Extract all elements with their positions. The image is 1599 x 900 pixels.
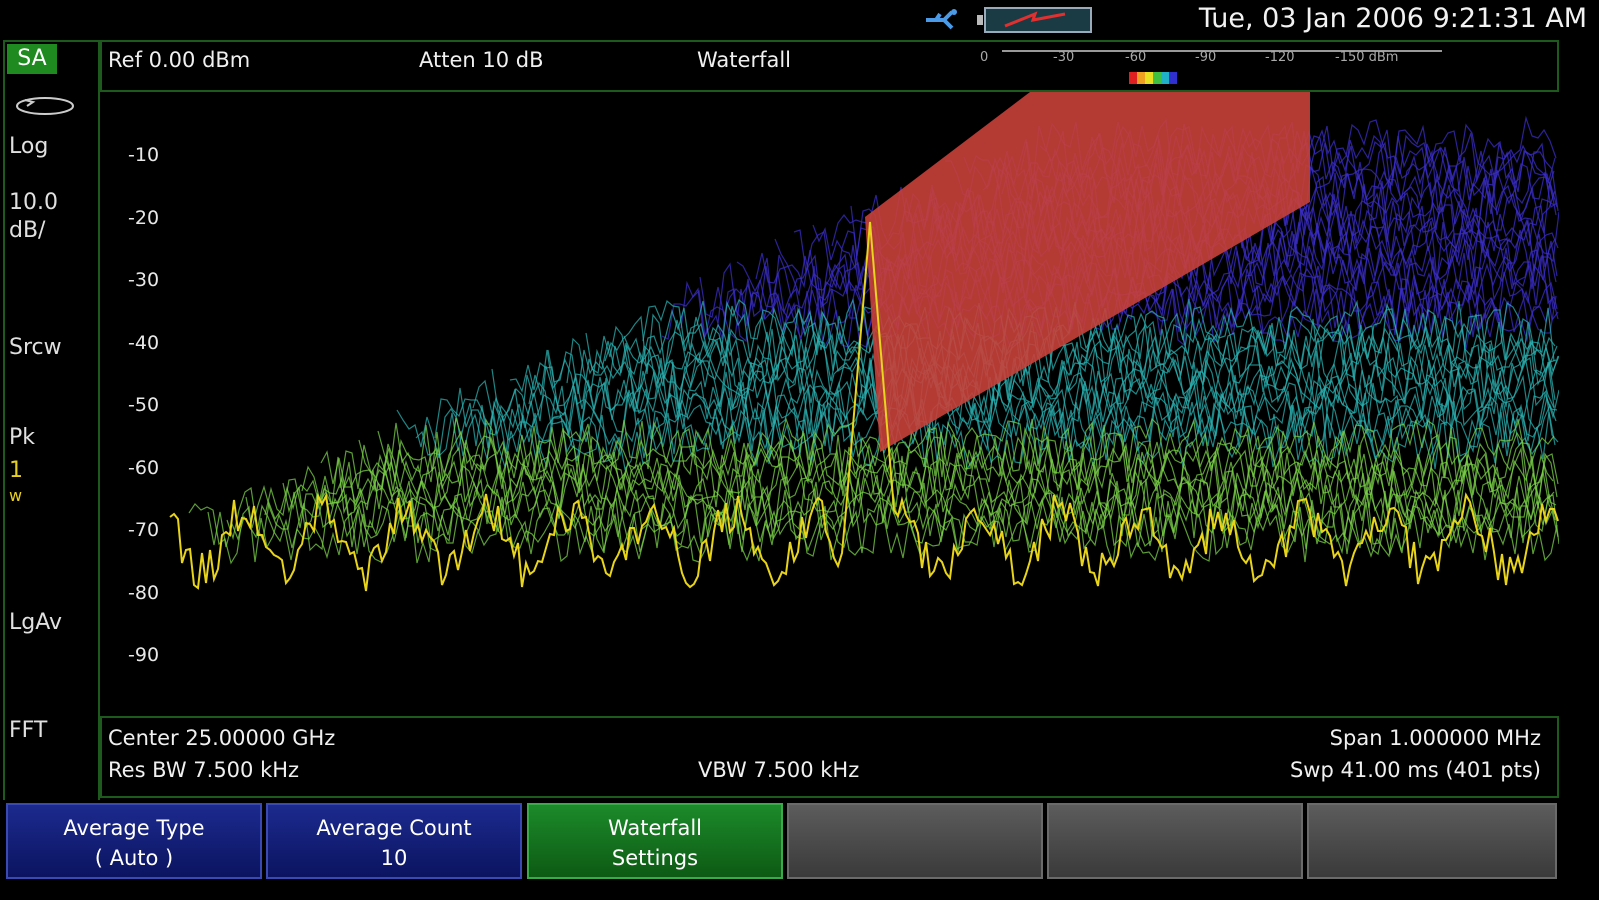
color-scale-label: -60	[1125, 50, 1147, 65]
softkey-label: Average Count	[316, 816, 472, 840]
scale-per-div-value: 10.0	[9, 190, 58, 215]
battery-icon	[977, 7, 1092, 33]
y-axis-label: -50	[128, 394, 160, 416]
date-time: Tue, 03 Jan 2006 9:21:31 AM	[1198, 3, 1587, 34]
trace-number: 1	[9, 458, 23, 483]
color-scale-label: -90	[1195, 50, 1217, 65]
y-axis-label: -90	[128, 644, 160, 666]
waterfall-settings-softkey[interactable]: Waterfall Settings	[527, 803, 783, 879]
mode-badge[interactable]: SA	[7, 44, 57, 74]
center-frequency: Center 25.00000 GHz	[108, 726, 336, 750]
y-axis-label: -80	[128, 582, 160, 604]
y-axis-label: -10	[128, 144, 160, 166]
color-scale-label: -30	[1053, 50, 1075, 65]
measurement-footer: Center 25.00000 GHz Span 1.000000 MHz Re…	[100, 716, 1559, 798]
blank-softkey-5[interactable]	[1047, 803, 1303, 879]
color-legend	[1129, 72, 1177, 84]
y-axis-label: -20	[128, 207, 160, 229]
trace-mode: w	[9, 486, 23, 505]
reference-level: Ref 0.00 dBm	[108, 48, 251, 72]
average-type-softkey[interactable]: Average Type ( Auto )	[6, 803, 262, 879]
softkey-label: Waterfall	[607, 816, 702, 840]
sweep-time: Swp 41.00 ms (401 pts)	[1289, 758, 1541, 782]
color-scale-label: -150 dBm	[1335, 50, 1399, 65]
detector: Pk	[9, 425, 36, 450]
resolution-bandwidth: Res BW 7.500 kHz	[108, 758, 300, 782]
softkey-value: ( Auto )	[94, 846, 174, 870]
usb-icon	[926, 9, 957, 30]
scale-type: Log	[9, 134, 49, 159]
left-annotation-panel: SA Log 10.0 dB/ Srcw Pk 1 w LgAv FFT	[3, 40, 100, 815]
measurement-header: Ref 0.00 dBm Atten 10 dB Waterfall 0 -30…	[100, 40, 1559, 92]
color-scale-label: -120	[1265, 50, 1295, 65]
y-axis-label: -60	[128, 457, 160, 479]
blank-softkey-4[interactable]	[787, 803, 1043, 879]
y-axis-label: -30	[128, 269, 160, 291]
status-bar: Tue, 03 Jan 2006 9:21:31 AM	[0, 0, 1599, 40]
span: Span 1.000000 MHz	[1329, 726, 1541, 750]
y-axis-label: -70	[128, 519, 160, 541]
scale-per-div-unit: dB/	[9, 218, 46, 243]
sweep-type: FFT	[9, 718, 48, 743]
waterfall-history-line	[415, 398, 1557, 463]
view-name: Waterfall	[697, 48, 792, 72]
waterfall-display[interactable]: -10 -20 -30 -40 -50 -60 -70 -80 -90	[100, 92, 1559, 716]
waterfall-canvas	[169, 92, 1559, 592]
attenuation: Atten 10 dB	[419, 48, 544, 72]
average-type: LgAv	[9, 610, 63, 635]
blank-softkey-6[interactable]	[1307, 803, 1557, 879]
color-scale-label: 0	[980, 50, 989, 65]
softkey-label: Average Type	[63, 816, 205, 840]
softkey-value: Settings	[611, 846, 699, 870]
video-bandwidth: VBW 7.500 kHz	[698, 758, 860, 782]
trigger-icon	[16, 97, 74, 115]
average-count-softkey[interactable]: Average Count 10	[266, 803, 522, 879]
softkey-value: 10	[380, 846, 408, 870]
softkey-bar: Average Type ( Auto ) Average Count 10 W…	[0, 800, 1599, 900]
sweep-mode: Srcw	[9, 335, 62, 360]
y-axis-label: -40	[128, 332, 160, 354]
